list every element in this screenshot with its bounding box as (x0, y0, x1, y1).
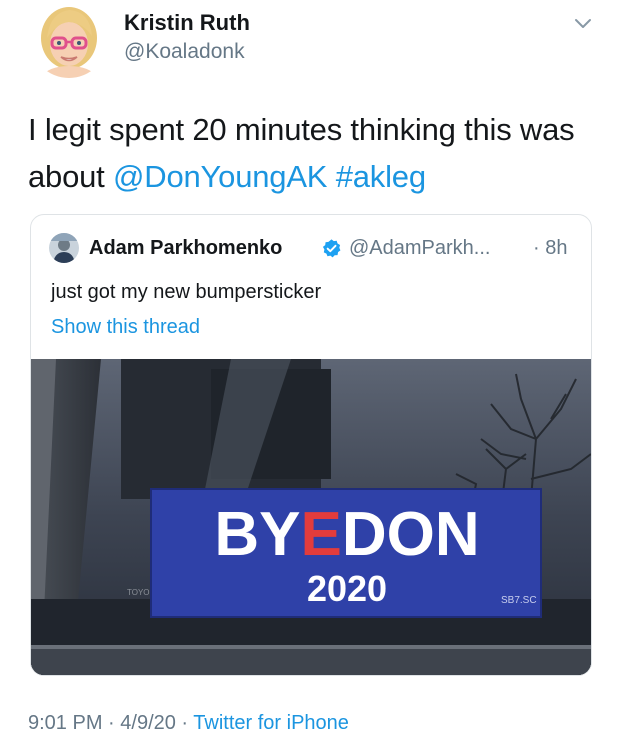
quoted-tweet-photo[interactable]: TOYO BYEDON 2020 SB7.SC (31, 359, 591, 675)
tweet-detail: Kristin Ruth @Koaladonk I legit spent 20… (0, 0, 622, 754)
tweet-date: 4/9/20 (120, 712, 176, 734)
sticker-main-text: BYEDON (214, 500, 479, 569)
quoted-author-handle[interactable]: @AdamParkh... (349, 237, 490, 260)
quoted-author-avatar[interactable] (49, 233, 79, 263)
footer-separator: · (175, 712, 194, 734)
quoted-author-name[interactable]: Adam Parkhomenko (89, 237, 282, 260)
bumper-sticker-photo: TOYO BYEDON 2020 SB7.SC (31, 359, 591, 675)
tweet-text-space (327, 159, 335, 194)
sticker-text-don: DON (342, 500, 480, 569)
verified-badge-icon (321, 238, 342, 259)
memoji-avatar-image (30, 0, 108, 78)
mention-link[interactable]: @DonYoungAK (113, 159, 327, 194)
show-thread-link[interactable]: Show this thread (51, 316, 200, 339)
chevron-down-icon[interactable] (572, 12, 594, 34)
quoted-tweet-card[interactable]: Adam Parkhomenko @AdamParkh... · 8h just… (30, 214, 592, 676)
car-reflection-text: TOYO (127, 588, 150, 597)
quoted-tweet-text: just got my new bumpersticker (51, 281, 322, 303)
tweet-source-link[interactable]: Twitter for iPhone (193, 712, 349, 734)
sticker-text-by: BY (214, 500, 300, 569)
footer-separator: · (102, 712, 121, 734)
sticker-corner-text: SB7.SC (501, 595, 537, 606)
hashtag-link[interactable]: #akleg (336, 159, 426, 194)
sticker-year-text: 2020 (307, 568, 387, 609)
tweet-footer: 9:01 PM · 4/9/20 · Twitter for iPhone (28, 712, 349, 735)
author-handle[interactable]: @Koaladonk (124, 40, 245, 64)
author-avatar[interactable] (30, 0, 108, 78)
quoted-tweet-time: · 8h (533, 237, 568, 259)
tweet-time: 9:01 PM (28, 712, 103, 734)
tweet-text: I legit spent 20 minutes thinking this w… (28, 106, 598, 200)
sticker-text-e: E (301, 500, 342, 569)
author-display-name[interactable]: Kristin Ruth (124, 10, 250, 36)
